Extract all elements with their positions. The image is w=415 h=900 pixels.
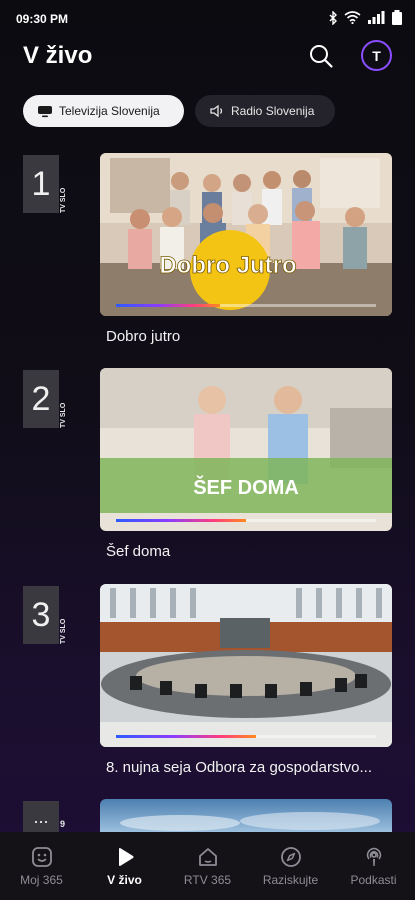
nav-label: RTV 365 [183, 873, 232, 887]
channel-number: 2 [23, 370, 59, 428]
status-time: 09:30 PM [16, 12, 69, 26]
nav-label: Moj 365 [20, 873, 63, 887]
play-icon [118, 847, 134, 867]
search-button[interactable] [308, 43, 334, 69]
channel-tag: TV SLO [60, 618, 67, 644]
progress-bar [116, 735, 376, 738]
parliament-scene [100, 584, 392, 747]
header: V živo T [0, 38, 415, 78]
signal-icon [368, 11, 385, 24]
source-tabs: Televizija Slovenija Radio Slovenija [23, 95, 335, 127]
tab-label: Televizija Slovenija [59, 104, 160, 118]
avatar-letter: T [372, 47, 381, 64]
nav-item-raziskujte[interactable]: Raziskujte [251, 846, 331, 887]
sky-scene [100, 799, 392, 832]
channel-thumbnail[interactable] [100, 799, 392, 832]
progress-fill [116, 304, 220, 307]
channel-tag: TV SLO [60, 402, 67, 428]
home-icon [198, 848, 217, 866]
channel-number: 1 [23, 155, 59, 213]
channel-number: 3 [23, 586, 59, 644]
battery-icon [392, 10, 402, 25]
avatar[interactable]: T [361, 40, 392, 71]
sef-doma-scene: ŠEF DOMA [100, 368, 392, 531]
nav-label: V živo [107, 873, 142, 887]
nav-item-v-zivo[interactable]: V živo [85, 846, 165, 887]
dobro-jutro-scene: Dobro Jutro [100, 153, 392, 316]
channel-thumbnail[interactable] [100, 584, 392, 747]
tab-televizija-slovenija[interactable]: Televizija Slovenija [23, 95, 184, 127]
search-icon [310, 45, 333, 68]
thumb-text: ŠEF DOMA [193, 475, 299, 499]
tab-radio-slovenija[interactable]: Radio Slovenija [195, 95, 335, 127]
channel-tag: 9 [60, 819, 66, 829]
channel-thumbnail[interactable]: ŠEF DOMA [100, 368, 392, 531]
smile-box-icon [31, 847, 52, 867]
channel-title: Šef doma [106, 543, 171, 560]
tab-label: Radio Slovenija [231, 104, 315, 118]
nav-label: Raziskujte [262, 873, 319, 887]
nav-item-moj-365[interactable]: Moj 365 [2, 846, 82, 887]
status-bar: 09:30 PM [0, 0, 415, 38]
nav-label: Podkasti [350, 873, 397, 887]
channel-title: Dobro jutro [106, 328, 181, 345]
progress-fill [116, 519, 246, 522]
page-title: V živo [23, 42, 93, 69]
tv-icon [38, 105, 52, 117]
progress-bar [116, 304, 376, 307]
channel-title: 8. nujna seja Odbora za gospodarstvo... [106, 759, 373, 776]
podcast-icon [366, 847, 381, 866]
nav-item-rtv-365[interactable]: RTV 365 [168, 846, 248, 887]
channel-thumbnail[interactable]: Dobro Jutro [100, 153, 392, 316]
channel-number: ... [23, 801, 59, 833]
progress-bar [116, 519, 376, 522]
thumb-text: Dobro Jutro [159, 252, 296, 279]
speaker-icon [210, 104, 223, 118]
bluetooth-icon [329, 10, 337, 25]
status-icons [328, 10, 403, 25]
compass-icon [280, 847, 301, 867]
progress-fill [116, 735, 257, 738]
nav-item-podkasti[interactable]: Podkasti [334, 846, 414, 887]
wifi-icon [344, 11, 361, 24]
channel-tag: TV SLO [60, 187, 67, 213]
bottom-nav: Moj 365 V živo RTV 365 Raziskujte Podkas… [0, 832, 415, 900]
